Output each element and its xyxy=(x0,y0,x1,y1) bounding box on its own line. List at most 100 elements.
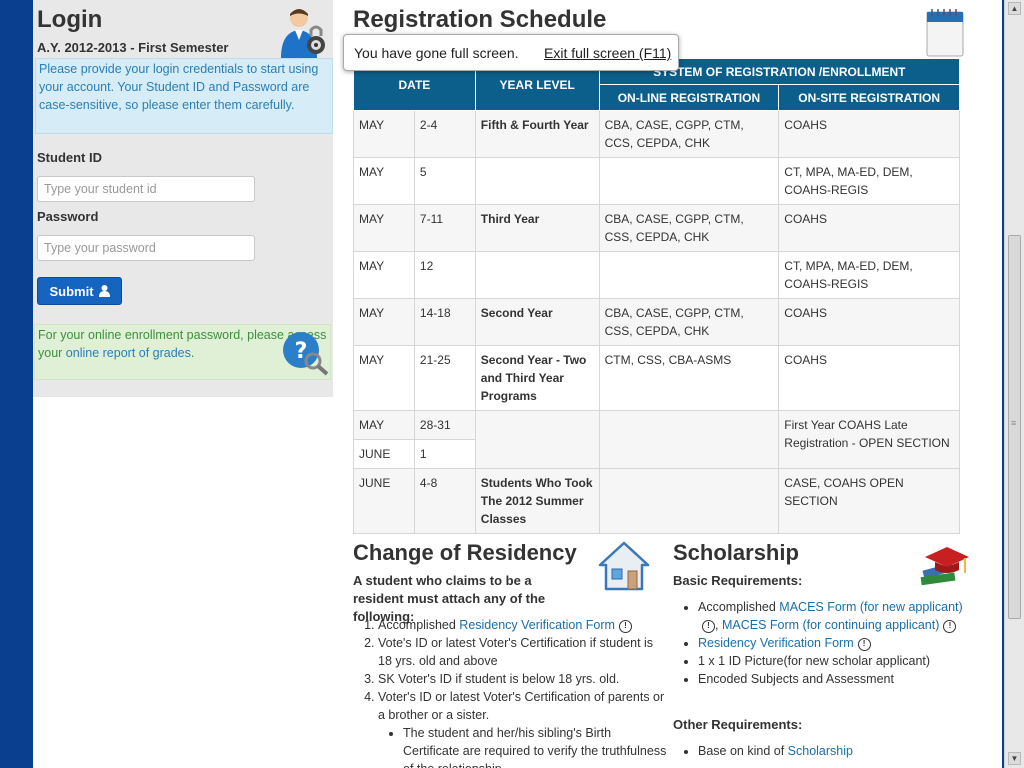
page: Login A.Y. 2012-2013 - First Semester Pl… xyxy=(33,0,1002,768)
basic-requirements-list: Accomplished MACES Form (for new applica… xyxy=(673,598,978,688)
cell-days: 1 xyxy=(413,439,476,469)
cell-onsite: COAHS xyxy=(778,345,960,411)
cell-onsite: COAHS xyxy=(778,110,960,158)
cell-days: 2-4 xyxy=(413,110,476,158)
cell-year-level: Fifth & Fourth Year xyxy=(474,110,600,158)
cell-onsite: CT, MPA, MA-ED, DEM, COAHS-REGIS xyxy=(778,157,960,205)
download-icon[interactable]: ! xyxy=(618,620,632,633)
cell-days: 14-18 xyxy=(413,298,476,346)
exit-fullscreen-link[interactable]: Exit full screen (F11) xyxy=(544,45,671,61)
residency-sublist: The student and her/his sibling's Birth … xyxy=(378,724,668,768)
list-item: Accomplished MACES Form (for new applica… xyxy=(698,598,978,634)
cell-onsite: CT, MPA, MA-ED, DEM, COAHS-REGIS xyxy=(778,251,960,299)
cell-days: 4-8 xyxy=(413,468,476,534)
cell-month: MAY xyxy=(353,204,415,252)
user-lock-icon xyxy=(281,9,325,58)
download-icon[interactable]: ! xyxy=(943,620,957,633)
table-row: MAY 14-18 Second Year CBA, CASE, CGPP, C… xyxy=(353,298,960,346)
cell-online: CBA, CASE, CGPP, CTM, CCS, CEPDA, CHK xyxy=(598,110,780,158)
table-row: JUNE 4-8 Students Who Took The 2012 Summ… xyxy=(353,468,960,534)
header-onsite: ON-SITE REGISTRATION xyxy=(778,84,960,111)
list-item: 1 x 1 ID Picture(for new scholar applica… xyxy=(698,652,978,670)
cell-onsite: CASE, COAHS OPEN SECTION xyxy=(778,468,960,534)
list-item: Voter's ID or latest Voter's Certificati… xyxy=(378,688,668,768)
cell-month: JUNE xyxy=(353,439,415,469)
cell-month: MAY xyxy=(353,110,415,158)
cell-online xyxy=(598,251,780,299)
cell-onsite: COAHS xyxy=(778,298,960,346)
scholarship-link[interactable]: Scholarship xyxy=(788,744,853,758)
graduation-cap-icon xyxy=(920,547,969,586)
user-icon xyxy=(98,285,110,297)
cell-online xyxy=(598,157,780,205)
cell-month: MAY xyxy=(353,251,415,299)
scrollbar-thumb[interactable] xyxy=(1008,235,1021,619)
cell-online: CTM, CSS, CBA-ASMS xyxy=(598,345,780,411)
maces-form-continuing-link[interactable]: MACES Form (for continuing applicant) xyxy=(722,618,939,632)
table-row: MAY 21-25 Second Year - Two and Third Ye… xyxy=(353,345,960,411)
fullscreen-message: You have gone full screen. xyxy=(354,45,519,61)
cell-online: CBA, CASE, CGPP, CTM, CSS, CEPDA, CHK xyxy=(598,298,780,346)
download-icon[interactable]: ! xyxy=(857,638,871,651)
list-item: Base on kind of Scholarship xyxy=(698,742,978,760)
cell-onsite: First Year COAHS Late Registration - OPE… xyxy=(778,410,960,469)
online-report-link[interactable]: online report of grades xyxy=(66,346,191,360)
scholarship-title: Scholarship xyxy=(673,540,799,565)
table-row: MAY 2-4 Fifth & Fourth Year CBA, CASE, C… xyxy=(353,110,960,158)
cell-days: 7-11 xyxy=(413,204,476,252)
cell-year-level: Third Year xyxy=(474,204,600,252)
table-row: MAY 12 CT, MPA, MA-ED, DEM, COAHS-REGIS xyxy=(353,251,960,299)
password-input[interactable] xyxy=(37,235,255,261)
login-title: Login xyxy=(37,6,103,33)
enroll-end: . xyxy=(190,346,195,360)
cell-year-level xyxy=(474,410,600,469)
cell-month: MAY xyxy=(353,410,415,440)
table-row: MAY 7-11 Third Year CBA, CASE, CGPP, CTM… xyxy=(353,204,960,252)
cell-days: 12 xyxy=(413,251,476,299)
cell-days: 28-31 xyxy=(413,410,476,440)
student-id-label: Student ID xyxy=(37,150,102,165)
submit-button[interactable]: Submit xyxy=(37,277,122,305)
list-item: The student and her/his sibling's Birth … xyxy=(403,724,668,768)
vertical-scrollbar[interactable]: ▲ ▼ xyxy=(1004,0,1024,768)
maces-form-new-link[interactable]: MACES Form (for new applicant) xyxy=(779,600,962,614)
cell-year-level: Second Year xyxy=(474,298,600,346)
cell-online: CBA, CASE, CGPP, CTM, CSS, CEPDA, CHK xyxy=(598,204,780,252)
cell-year-level: Second Year - Two and Third Year Program… xyxy=(474,345,600,411)
basic-requirements-label: Basic Requirements: xyxy=(673,573,803,588)
cell-year-level xyxy=(474,251,600,299)
list-item: SK Voter's ID if student is below 18 yrs… xyxy=(378,670,668,688)
semester-label: A.Y. 2012-2013 - First Semester xyxy=(37,40,229,55)
fullscreen-notice: You have gone full screen. Exit full scr… xyxy=(343,34,679,71)
cell-days: 5 xyxy=(413,157,476,205)
scroll-up-icon[interactable]: ▲ xyxy=(1008,2,1021,15)
scroll-down-icon[interactable]: ▼ xyxy=(1008,752,1021,765)
list-item: Encoded Subjects and Assessment xyxy=(698,670,978,688)
list-item: Accomplished Residency Verification Form… xyxy=(378,616,668,634)
list-item: Residency Verification Form! xyxy=(698,634,978,652)
cell-online xyxy=(598,468,780,534)
login-sidebar: Login A.Y. 2012-2013 - First Semester Pl… xyxy=(33,0,333,397)
house-icon xyxy=(598,541,650,591)
cell-days: 21-25 xyxy=(413,345,476,411)
table-row: MAY 28-31 First Year COAHS Late Registra… xyxy=(353,410,960,469)
cell-month: MAY xyxy=(353,345,415,411)
login-info-box: Please provide your login credentials to… xyxy=(35,58,333,134)
other-requirements-label: Other Requirements: xyxy=(673,717,803,732)
residency-form-link[interactable]: Residency Verification Form xyxy=(459,618,615,632)
header-online: ON-LINE REGISTRATION xyxy=(598,84,780,111)
download-icon[interactable]: ! xyxy=(702,620,715,633)
cell-month: JUNE xyxy=(353,468,415,534)
student-id-input[interactable] xyxy=(37,176,255,202)
schedule-table: DATE YEAR LEVEL SYSTEM OF REGISTRATION /… xyxy=(353,58,961,534)
calendar-icon xyxy=(926,9,964,57)
list-item: Vote's ID or latest Voter's Certificatio… xyxy=(378,634,668,670)
cell-year-level: Students Who Took The 2012 Summer Classe… xyxy=(474,468,600,534)
submit-label: Submit xyxy=(49,283,94,299)
cell-month: MAY xyxy=(353,157,415,205)
table-row: MAY 5 CT, MPA, MA-ED, DEM, COAHS-REGIS xyxy=(353,157,960,205)
password-label: Password xyxy=(37,209,99,224)
schedule-title: Registration Schedule xyxy=(353,6,607,33)
cell-month: MAY xyxy=(353,298,415,346)
residency-form-link[interactable]: Residency Verification Form xyxy=(698,636,854,650)
